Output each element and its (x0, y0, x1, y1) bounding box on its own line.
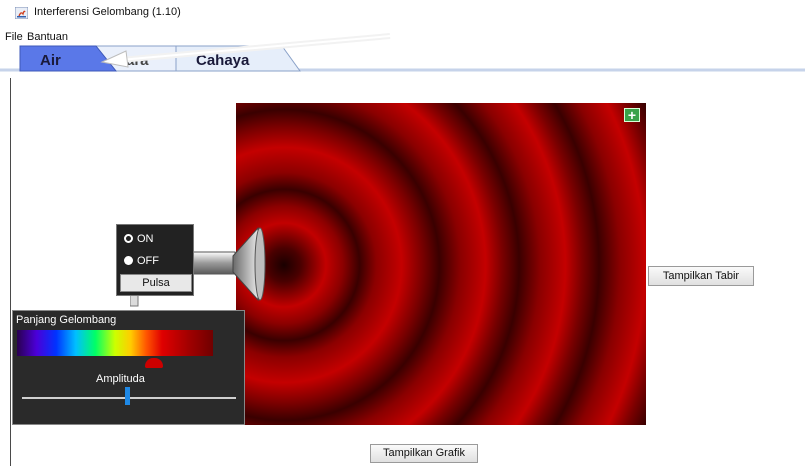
control-panel (12, 310, 245, 425)
tab-water[interactable]: Air (40, 52, 61, 69)
wavelength-label: Panjang Gelombang (16, 314, 117, 326)
radio-on-label: ON (137, 233, 154, 245)
show-screen-button[interactable]: Tampilkan Tabir (648, 266, 754, 286)
radio-on[interactable]: ON (124, 233, 154, 245)
wavelength-slider-knob[interactable] (145, 358, 163, 368)
pulse-button[interactable]: Pulsa (120, 274, 192, 292)
title-bar: Interferensi Gelombang (1.10) (0, 0, 805, 22)
amplitude-label: Amplituda (96, 373, 145, 385)
java-app-icon (15, 7, 28, 19)
amplitude-slider-knob[interactable] (125, 387, 130, 405)
wavelength-slider[interactable] (17, 330, 213, 356)
radio-off[interactable]: OFF (124, 255, 159, 267)
annotation-arrow (100, 33, 391, 68)
menu-file[interactable]: File (5, 31, 23, 43)
radio-selected-icon (124, 256, 133, 265)
window-title: Interferensi Gelombang (1.10) (34, 6, 181, 18)
radio-off-label: OFF (137, 255, 159, 267)
wave-canvas (236, 103, 646, 425)
menu-help[interactable]: Bantuan (27, 31, 68, 43)
plus-icon[interactable]: + (624, 108, 640, 122)
show-graph-button[interactable]: Tampilkan Grafik (370, 444, 478, 463)
radio-unselected-icon (124, 234, 133, 243)
